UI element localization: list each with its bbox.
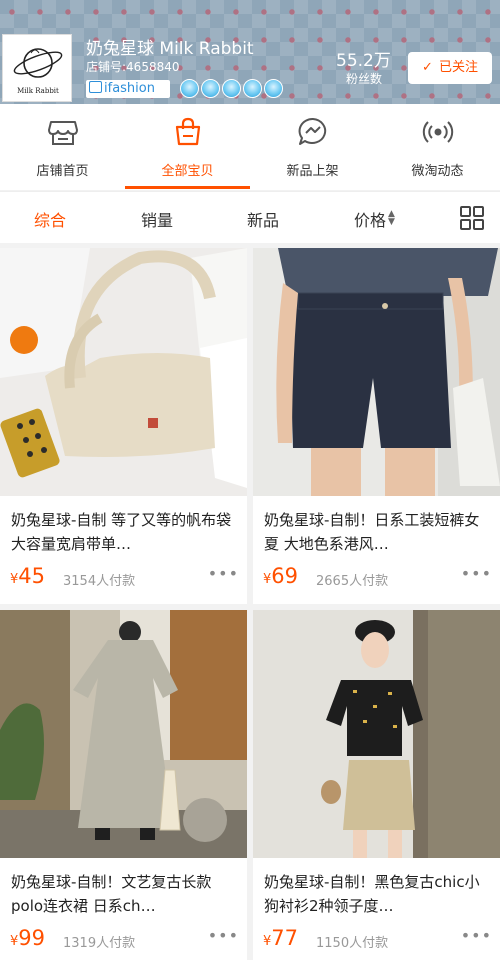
tab-feed[interactable]: 微淘动态: [375, 104, 500, 190]
fans-count: 55.2万: [336, 51, 391, 71]
sort-arrows-icon: ▲ ▼: [388, 209, 395, 227]
follow-label: 已关注: [438, 60, 478, 75]
tab-label: 新品上架: [286, 164, 339, 179]
tab-new-arrivals[interactable]: 新品上架: [250, 104, 375, 190]
planet-icon: [13, 48, 63, 78]
product-sold-count: 2665人付款: [316, 574, 389, 589]
product-title[interactable]: 奶兔星球-自制 等了又等的帆布袋 大容量宽肩带单…: [11, 508, 241, 556]
feed-icon: [422, 121, 454, 143]
product-title[interactable]: 奶兔星球-自制！日系工装短裤女夏 大地色系港风…: [264, 508, 494, 556]
shop-logo[interactable]: Milk Rabbit: [2, 34, 72, 102]
crown-icon: [264, 79, 283, 98]
tab-store-home[interactable]: 店铺首页: [0, 104, 125, 190]
follow-button[interactable]: ✓ 已关注: [408, 52, 492, 84]
product-card[interactable]: 奶兔星球-自制！黑色复古chic小狗衬衫2种领子度… ¥77 1150人付款 •…: [253, 610, 500, 960]
grid-view-icon[interactable]: [460, 206, 484, 230]
more-options-icon[interactable]: •••: [208, 926, 239, 945]
active-tab-indicator: [125, 186, 250, 189]
shop-id: 店铺号:4658840: [86, 60, 180, 74]
sort-bar: 综合 销量 新品 价格 ▲ ▼: [0, 191, 500, 243]
check-icon: ✓: [422, 60, 433, 75]
sort-sales[interactable]: 销量: [141, 207, 173, 231]
product-title[interactable]: 奶兔星球-自制！文艺复古长款polo连衣裙 日系ch…: [11, 870, 241, 918]
product-card[interactable]: 奶兔星球-自制 等了又等的帆布袋 大容量宽肩带单… ¥45 3154人付款 ••…: [0, 248, 247, 604]
shop-header: Milk Rabbit 奶兔星球 Milk Rabbit 店铺号:4658840…: [0, 0, 500, 104]
crown-icon: [222, 79, 241, 98]
product-card[interactable]: 奶兔星球-自制！日系工装短裤女夏 大地色系港风… ¥69 2665人付款 •••: [253, 248, 500, 604]
more-options-icon[interactable]: •••: [461, 926, 492, 945]
product-price: ¥77: [263, 926, 299, 950]
shop-rating-crowns: [180, 79, 283, 99]
crown-icon: [201, 79, 220, 98]
crown-icon: [243, 79, 262, 98]
ifashion-icon: [89, 81, 102, 93]
product-price: ¥99: [10, 926, 46, 950]
product-sold-count: 1150人付款: [316, 936, 389, 951]
store-icon: [48, 121, 78, 145]
product-title[interactable]: 奶兔星球-自制！黑色复古chic小狗衬衫2种领子度…: [264, 870, 494, 918]
product-image[interactable]: [253, 248, 500, 496]
fans-label: 粉丝数: [346, 72, 383, 86]
crown-icon: [180, 79, 199, 98]
ifashion-badge[interactable]: ifashion: [86, 80, 170, 98]
shop-tabs: 店铺首页 全部宝贝 新品上架 微淘动态: [0, 104, 500, 190]
shop-name[interactable]: 奶兔星球 Milk Rabbit: [86, 34, 254, 59]
sort-new[interactable]: 新品: [247, 207, 279, 231]
product-image[interactable]: [0, 610, 247, 858]
tab-label: 店铺首页: [36, 164, 89, 179]
tab-all-items[interactable]: 全部宝贝: [125, 104, 250, 190]
new-arrival-icon: [298, 117, 327, 145]
more-options-icon[interactable]: •••: [208, 564, 239, 583]
product-price: ¥45: [10, 564, 46, 588]
sort-price-label: 价格: [354, 211, 387, 230]
logo-text: Milk Rabbit: [17, 87, 59, 95]
product-card[interactable]: 奶兔星球-自制！文艺复古长款polo连衣裙 日系ch… ¥99 1319人付款 …: [0, 610, 247, 960]
tab-label: 全部宝贝: [161, 164, 214, 179]
product-image[interactable]: [253, 610, 500, 858]
tab-label: 微淘动态: [411, 164, 464, 179]
shopping-bag-icon: [175, 117, 201, 146]
sort-price[interactable]: 价格 ▲ ▼: [354, 207, 395, 231]
more-options-icon[interactable]: •••: [461, 564, 492, 583]
product-image[interactable]: [0, 248, 247, 496]
product-price: ¥69: [263, 564, 299, 588]
product-sold-count: 3154人付款: [63, 574, 136, 589]
product-sold-count: 1319人付款: [63, 936, 136, 951]
sort-comprehensive[interactable]: 综合: [34, 207, 66, 231]
ifashion-label: ifashion: [104, 81, 155, 96]
